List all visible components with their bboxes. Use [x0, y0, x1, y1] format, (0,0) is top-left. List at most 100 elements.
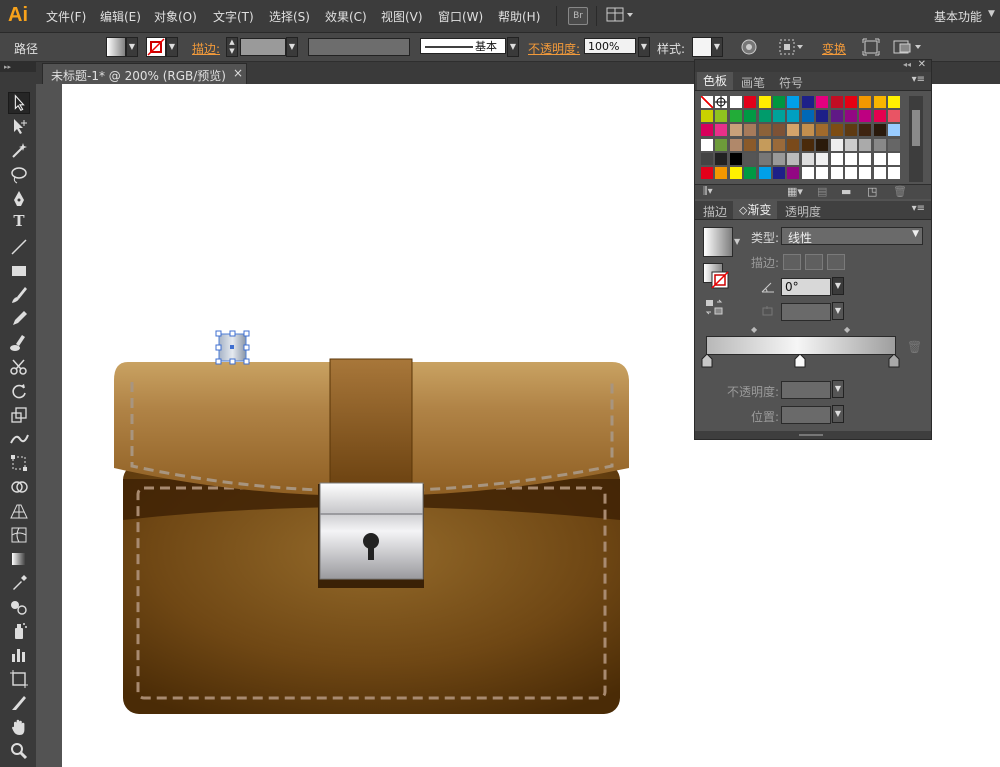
color-swatch[interactable] — [859, 124, 872, 137]
stop-location-dropdown-icon[interactable]: ▼ — [832, 405, 844, 423]
color-swatch[interactable] — [787, 138, 800, 151]
color-swatch[interactable] — [729, 167, 742, 179]
color-swatch[interactable] — [859, 152, 872, 165]
gradient-tool-icon[interactable] — [8, 548, 30, 570]
color-swatch[interactable] — [729, 110, 742, 123]
menu-edit[interactable]: 编辑(E) — [100, 8, 141, 25]
type-tool-icon[interactable]: T — [8, 212, 30, 234]
color-swatch[interactable] — [873, 152, 886, 165]
color-swatch[interactable] — [787, 124, 800, 137]
color-swatch[interactable] — [859, 167, 872, 179]
stroke-weight-field[interactable] — [240, 38, 286, 56]
stroke-within-icon[interactable] — [783, 254, 801, 270]
aspect-ratio-field[interactable] — [781, 303, 831, 321]
blob-brush-tool-icon[interactable] — [8, 332, 30, 354]
color-swatch[interactable] — [744, 96, 757, 108]
color-swatch[interactable] — [816, 167, 829, 179]
rotate-tool-icon[interactable] — [8, 380, 30, 402]
color-swatch[interactable] — [830, 138, 843, 151]
color-swatch[interactable] — [701, 124, 713, 137]
color-swatch[interactable] — [801, 124, 814, 137]
color-swatch[interactable] — [758, 110, 771, 123]
collapse-panel-icon[interactable]: ◂◂ — [903, 60, 911, 69]
symbol-sprayer-tool-icon[interactable] — [8, 620, 30, 642]
color-swatch[interactable] — [801, 152, 814, 165]
new-color-group-icon[interactable]: ▬ — [841, 185, 851, 198]
color-swatch[interactable] — [830, 110, 843, 123]
menu-select[interactable]: 选择(S) — [269, 8, 310, 25]
style-dropdown-icon[interactable]: ▼ — [711, 37, 723, 57]
scale-tool-icon[interactable] — [8, 404, 30, 426]
color-swatch[interactable] — [816, 152, 829, 165]
color-swatch[interactable] — [888, 96, 901, 108]
stop-opacity-field[interactable] — [781, 381, 831, 399]
width-tool-icon[interactable] — [8, 428, 30, 450]
color-swatch[interactable] — [715, 138, 728, 151]
gradient-stop-left[interactable] — [701, 354, 713, 368]
gradient-slider[interactable] — [706, 336, 896, 355]
color-swatch[interactable] — [845, 152, 857, 165]
color-swatch[interactable] — [773, 167, 785, 179]
color-swatch[interactable] — [830, 167, 843, 179]
angle-field[interactable]: 0° — [781, 278, 831, 296]
color-swatch[interactable] — [715, 110, 728, 123]
panel-menu-icon[interactable]: ▾≡ — [912, 74, 925, 85]
color-swatch[interactable] — [787, 167, 800, 179]
stroke-weight-dropdown-icon[interactable]: ▼ — [286, 37, 298, 57]
panel-grip[interactable]: ◂◂ ✕ — [695, 59, 931, 72]
workspace-switcher[interactable]: 基本功能 — [934, 8, 982, 25]
direct-selection-tool-icon[interactable] — [8, 116, 30, 138]
color-swatch[interactable] — [859, 110, 872, 123]
color-swatch[interactable] — [873, 167, 886, 179]
align-icon[interactable] — [778, 38, 806, 56]
midpoint-marker-icon[interactable]: ◆ — [844, 325, 850, 334]
opacity-label[interactable]: 不透明度: — [528, 40, 580, 57]
none-swatch[interactable] — [701, 96, 713, 108]
mesh-tool-icon[interactable] — [8, 524, 30, 546]
color-swatch[interactable] — [801, 96, 814, 108]
color-swatch[interactable] — [744, 152, 757, 165]
swatch-scrollbar[interactable] — [909, 96, 923, 182]
blend-tool-icon[interactable] — [8, 596, 30, 618]
stroke-none-icon[interactable] — [711, 271, 729, 289]
opacity-field[interactable]: 100% — [584, 38, 636, 54]
briefcase-lock[interactable] — [319, 482, 424, 580]
color-swatch[interactable] — [773, 124, 785, 137]
color-swatch[interactable] — [830, 124, 843, 137]
color-swatch[interactable] — [773, 138, 785, 151]
color-swatch[interactable] — [873, 138, 886, 151]
color-swatch[interactable] — [830, 96, 843, 108]
color-swatch[interactable] — [758, 138, 771, 151]
slice-tool-icon[interactable] — [8, 692, 30, 714]
registration-swatch[interactable] — [715, 96, 728, 108]
color-swatch[interactable] — [715, 167, 728, 179]
tab-symbols[interactable]: 符号 — [779, 74, 803, 91]
gradient-stop-right[interactable] — [888, 354, 900, 368]
rectangle-tool-icon[interactable] — [8, 260, 30, 282]
color-swatch[interactable] — [888, 124, 901, 137]
color-swatch[interactable] — [701, 152, 713, 165]
swatch-libraries-icon[interactable]: ⫼▾ — [703, 186, 713, 197]
color-swatch[interactable] — [816, 138, 829, 151]
stroke-across-icon[interactable] — [827, 254, 845, 270]
graphic-style-swatch[interactable] — [692, 37, 712, 57]
brush-style-field[interactable]: 基本 — [420, 38, 506, 54]
midpoint-marker-icon[interactable]: ◆ — [751, 325, 757, 334]
panel-resize-grip[interactable] — [695, 431, 931, 439]
variable-width-profile[interactable] — [308, 38, 410, 56]
perspective-grid-tool-icon[interactable] — [8, 500, 30, 522]
gradient-type-select[interactable]: 线性 ▼ — [781, 227, 923, 245]
stroke-weight-stepper[interactable]: ▲ ▼ — [226, 37, 238, 57]
color-swatch[interactable] — [744, 167, 757, 179]
eyedropper-tool-icon[interactable] — [8, 572, 30, 594]
show-swatch-kinds-icon[interactable]: ▦▾ — [787, 185, 803, 198]
tab-brushes[interactable]: 画笔 — [741, 74, 765, 91]
color-swatch[interactable] — [701, 167, 713, 179]
color-swatch[interactable] — [816, 110, 829, 123]
color-swatch[interactable] — [787, 152, 800, 165]
color-swatch[interactable] — [744, 138, 757, 151]
color-swatch[interactable] — [888, 152, 901, 165]
color-swatch[interactable] — [773, 110, 785, 123]
briefcase-strap[interactable] — [330, 359, 412, 483]
color-swatch[interactable] — [845, 124, 857, 137]
